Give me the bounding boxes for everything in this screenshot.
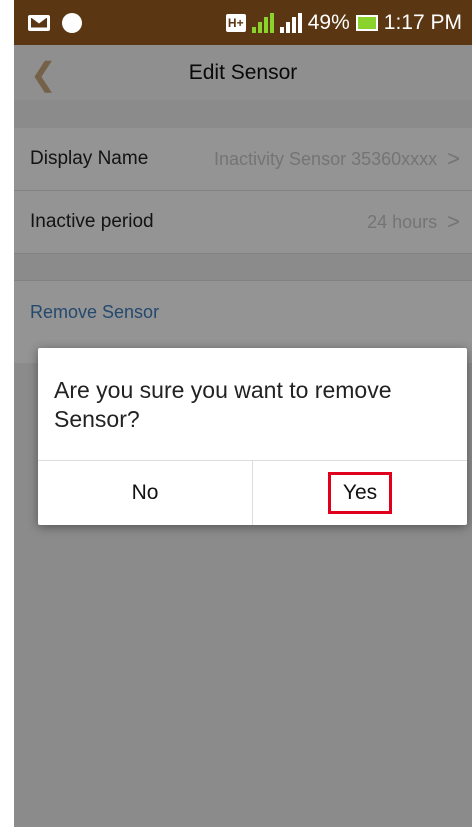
yes-button[interactable]: Yes [253, 461, 467, 525]
network-type-icon: H+ [225, 13, 246, 32]
mail-notification-icon [28, 14, 50, 31]
status-bar-right: H+ 49% 1:17 PM [225, 10, 462, 35]
dialog-message: Are you sure you want to remove Sensor? [54, 377, 392, 432]
dialog-actions: No Yes [38, 460, 467, 525]
phone-notification-icon [62, 12, 82, 33]
status-bar: H+ 49% 1:17 PM [14, 0, 472, 45]
signal-sim1-icon [251, 12, 274, 33]
status-bar-left [28, 12, 82, 33]
yes-button-highlight: Yes [327, 472, 393, 514]
clock: 1:17 PM [383, 10, 462, 34]
battery-percent: 49% [307, 10, 350, 34]
phone-screen: H+ 49% 1:17 PM ❮ Edit Sensor Display Nam… [14, 0, 472, 827]
yes-button-label: Yes [342, 481, 378, 504]
no-button-label: No [131, 481, 159, 504]
battery-charging-icon [355, 14, 378, 31]
confirm-remove-dialog: Are you sure you want to remove Sensor? … [38, 348, 467, 525]
signal-sim2-icon [279, 12, 302, 33]
no-button[interactable]: No [38, 461, 253, 525]
